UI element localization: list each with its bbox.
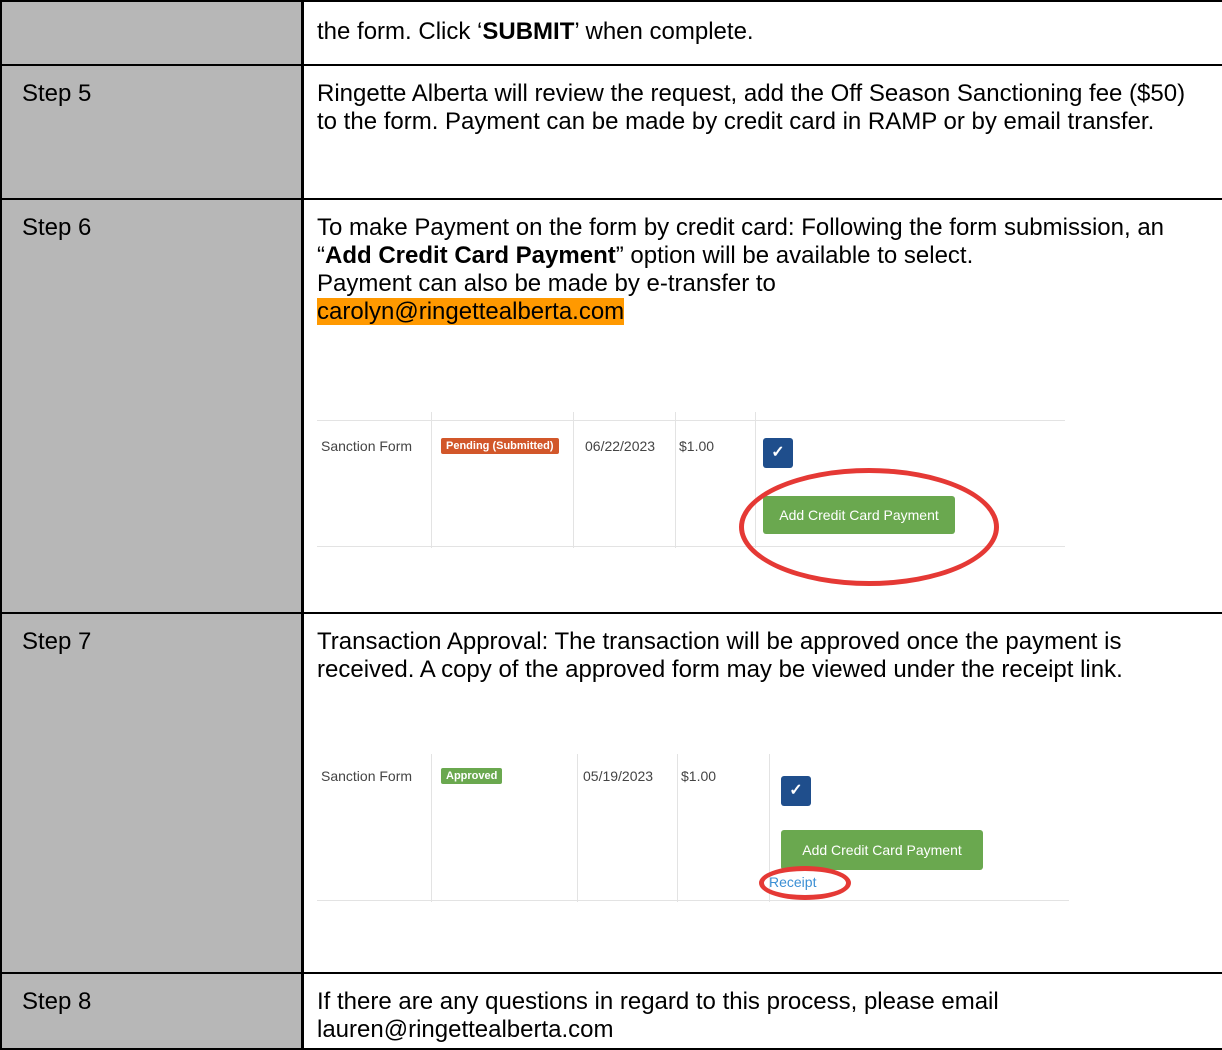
edit-icon: ✓ (771, 444, 785, 461)
status-badge: Pending (Submitted) (441, 438, 559, 454)
step-label-cell: Step 6 (2, 200, 304, 612)
step-text-cell: To make Payment on the form by credit ca… (305, 200, 1222, 612)
step5-text: Ringette Alberta will review the request… (317, 80, 1186, 135)
table-row-step7: Step 7 Transaction Approval: The transac… (2, 614, 1222, 974)
step8-label: Step 8 (22, 988, 92, 1015)
step-label-cell: Step 8 (2, 974, 304, 1048)
form-name: Sanction Form (321, 768, 413, 784)
step-text-cell: the form. Click ‘SUBMIT’ when complete. (305, 2, 1222, 64)
step-text-cell: If there are any questions in regard to … (305, 974, 1222, 1048)
form-amount: $1.00 (679, 438, 715, 454)
step6-text-b: ” option will be available to select. (615, 242, 974, 269)
step4-text: the form. Click ‘SUBMIT’ when complete. (317, 18, 1204, 46)
step-label-cell: Step 7 (2, 614, 304, 972)
step7-text: Transaction Approval: The transaction wi… (317, 628, 1123, 683)
highlight-circle (739, 468, 999, 586)
add-credit-card-payment-button[interactable]: Add Credit Card Payment (781, 830, 983, 870)
highlight-circle (759, 866, 851, 900)
step-text-cell: Transaction Approval: The transaction wi… (305, 614, 1222, 972)
status-badge: Approved (441, 768, 503, 784)
step6-etransfer-text: Payment can also be made by e-transfer t… (317, 270, 776, 297)
step4-text-a: the form. Click ‘ (317, 18, 483, 45)
approved-form-screenshot: Sanction Form Approved 05/19/2023 $1.00 … (317, 754, 1069, 902)
step6-label: Step 6 (22, 214, 92, 241)
step7-label: Step 7 (22, 628, 92, 655)
form-date: 05/19/2023 (583, 768, 654, 784)
table-row-step5: Step 5 Ringette Alberta will review the … (2, 66, 1222, 200)
step6-text: To make Payment on the form by credit ca… (317, 214, 1204, 326)
table-row-step8: Step 8 If there are any questions in reg… (2, 974, 1222, 1048)
add-credit-card-payment-label: Add Credit Card Payment (325, 242, 616, 269)
step-text-cell: Ringette Alberta will review the request… (305, 66, 1222, 198)
form-amount: $1.00 (681, 768, 717, 784)
table-row-step4-continued: the form. Click ‘SUBMIT’ when complete. (2, 2, 1222, 66)
form-name: Sanction Form (321, 438, 413, 454)
submit-label: SUBMIT (482, 18, 575, 45)
step8-text: If there are any questions in regard to … (317, 988, 999, 1043)
step4-text-b: ’ when complete. (574, 18, 754, 45)
form-date: 06/22/2023 (585, 438, 656, 454)
edit-button[interactable]: ✓ (781, 776, 811, 806)
edit-icon: ✓ (789, 782, 803, 799)
step-label-cell (2, 2, 304, 64)
step-label-cell: Step 5 (2, 66, 304, 198)
etransfer-email: carolyn@ringettealberta.com (317, 298, 625, 325)
edit-button[interactable]: ✓ (763, 438, 793, 468)
table-row-step6: Step 6 To make Payment on the form by cr… (2, 200, 1222, 614)
steps-table: the form. Click ‘SUBMIT’ when complete. … (0, 0, 1222, 1050)
pending-form-screenshot: Sanction Form Pending (Submitted) 06/22/… (317, 412, 1065, 586)
step5-label: Step 5 (22, 80, 92, 107)
